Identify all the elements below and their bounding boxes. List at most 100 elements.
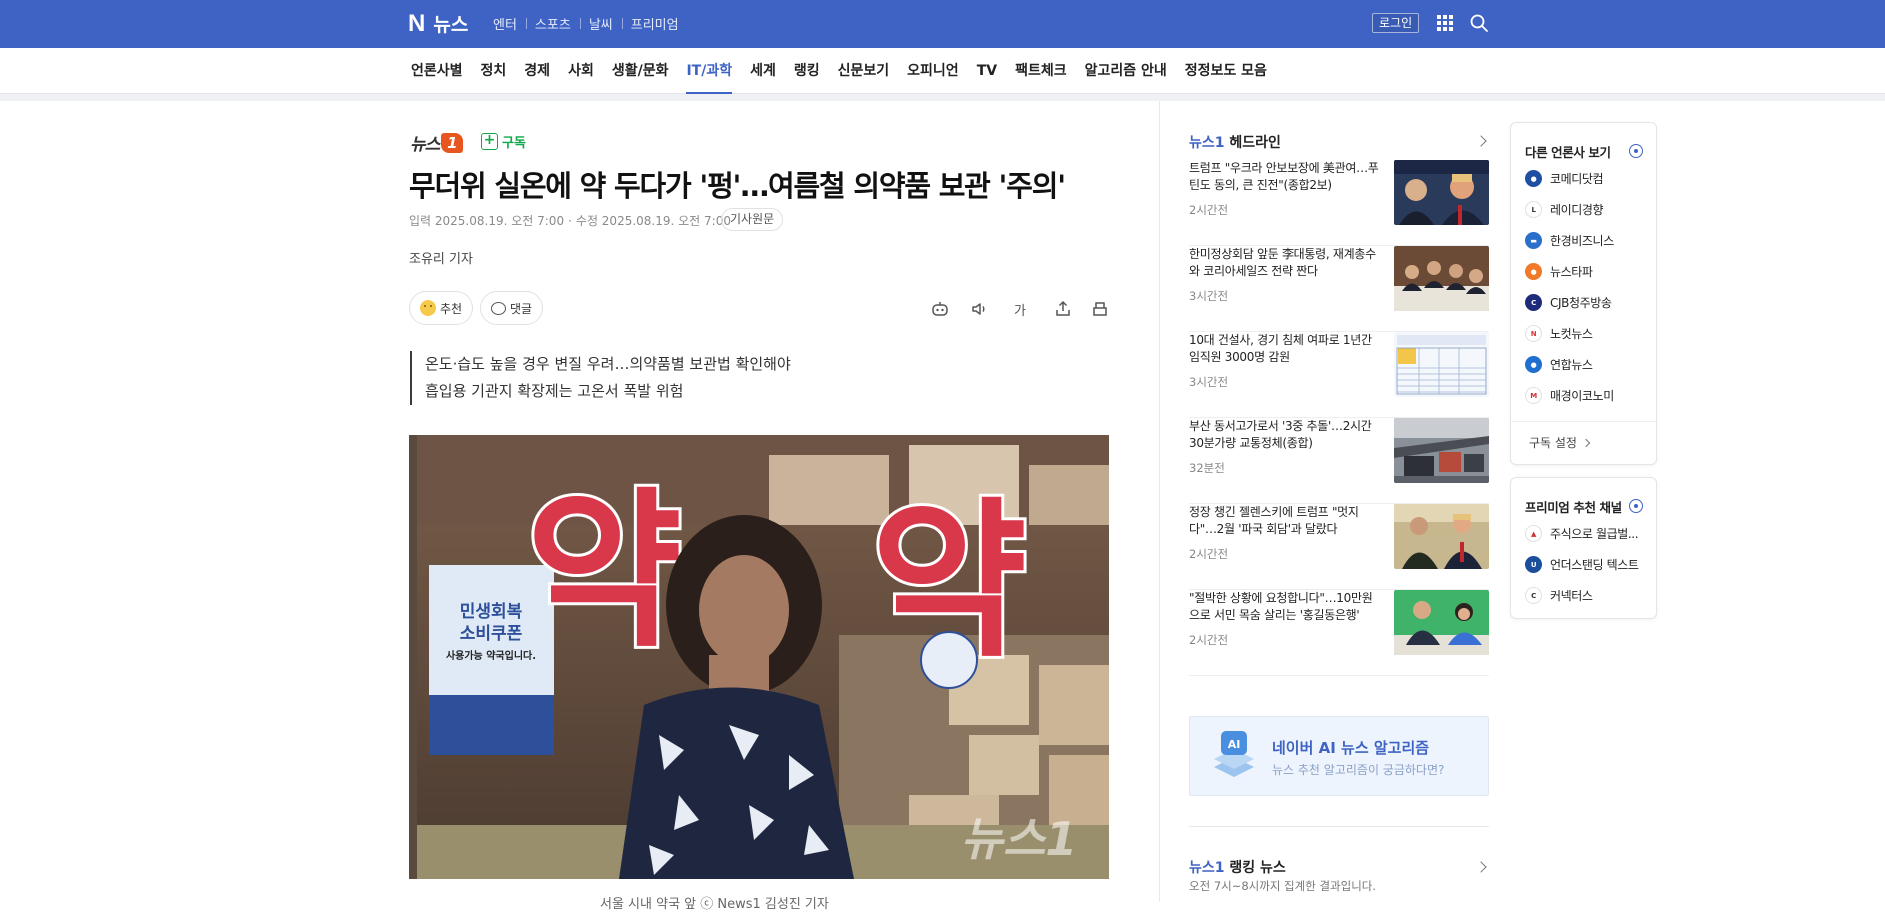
press-item[interactable]: N 노컷뉴스: [1525, 325, 1593, 342]
press-logo-icon: L: [1525, 201, 1542, 218]
service-link-premium[interactable]: 프리미엄: [621, 14, 688, 33]
press-item[interactable]: C CJB청주방송: [1525, 294, 1612, 311]
ranking-subtitle: 오전 7시~8시까지 집계한 결과입니다.: [1189, 879, 1377, 893]
press-logo-news1[interactable]: 뉴스 1: [410, 130, 464, 155]
search-icon[interactable]: [1469, 13, 1489, 33]
naver-news-home-link[interactable]: N 뉴스: [408, 10, 468, 37]
column-divider: [1159, 101, 1160, 902]
headline-thumbnail: [1394, 246, 1489, 311]
headline-item[interactable]: "절박한 상황에 요청합니다"…10만원으로 서민 목숨 살리는 '홍길동은행'…: [1189, 590, 1489, 676]
byline[interactable]: 조유리 기자: [409, 248, 473, 267]
headline-item-time: 3시간전: [1189, 289, 1229, 303]
article-dates: 입력 2025.08.19. 오전 7:00 · 수정 2025.08.19. …: [409, 213, 731, 229]
poster-title-2: 소비쿠폰: [460, 624, 523, 644]
press-item[interactable]: ● 연합뉴스: [1525, 356, 1593, 373]
ai-algorithm-banner[interactable]: AI 네이버 AI 뉴스 알고리즘 뉴스 추천 알고리즘이 궁금하다면?: [1189, 716, 1489, 796]
service-link-entertainment[interactable]: 엔터: [493, 14, 526, 33]
summary-bot-icon[interactable]: [929, 298, 951, 320]
press-item[interactable]: M 매경이코노미: [1525, 387, 1614, 404]
sign-character-left: 약: [526, 473, 682, 671]
category-tab-algorithm[interactable]: 알고리즘 안내: [1085, 48, 1167, 94]
category-tab-factcheck[interactable]: 팩트체크: [1015, 48, 1067, 94]
service-link-weather[interactable]: 날씨: [579, 14, 622, 33]
headline-thumbnail: [1394, 590, 1489, 655]
category-tab-economy[interactable]: 경제: [524, 48, 550, 94]
comment-bubble-icon: [491, 301, 506, 315]
article-photo[interactable]: 민생회복 소비쿠폰 사용가능 약국입니다. 약 약 뉴스1: [409, 435, 1109, 879]
category-nav: 언론사별 정치 경제 사회 생활/문화 IT/과학 세계 랭킹 신문보기 오피니…: [0, 48, 1885, 94]
premium-channel-item[interactable]: U 언더스탠딩 텍스트: [1525, 556, 1639, 573]
headline-item[interactable]: 한미정상회담 앞둔 李대통령, 재계총수와 코리아세일즈 전략 짠다 3시간전: [1189, 246, 1489, 332]
app-grid-icon[interactable]: [1437, 15, 1453, 31]
poster-subtitle: 사용가능 약국입니다.: [446, 649, 536, 662]
refresh-icon[interactable]: [1629, 144, 1643, 158]
category-tab-ranking[interactable]: 랭킹: [794, 48, 820, 94]
comment-button[interactable]: 댓글: [480, 291, 544, 325]
headline-thumbnail: [1394, 160, 1489, 225]
premium-channel-item[interactable]: C 커넥터스: [1525, 587, 1593, 604]
headline-item-title: 10대 건설사, 경기 침체 여파로 1년간 임직원 3000명 감원: [1189, 333, 1372, 364]
headline-item[interactable]: 10대 건설사, 경기 침체 여파로 1년간 임직원 3000명 감원 3시간전: [1189, 332, 1489, 418]
press-item[interactable]: ▬ 한경비즈니스: [1525, 232, 1614, 249]
category-tab-newspaper[interactable]: 신문보기: [838, 48, 890, 94]
print-icon[interactable]: [1089, 298, 1111, 320]
press-item[interactable]: ● 뉴스타파: [1525, 263, 1593, 280]
press-item[interactable]: L 레이디경향: [1525, 201, 1604, 218]
edit-date: 수정 2025.08.19. 오전 7:00: [575, 214, 731, 228]
headline-thumbnail: [1394, 418, 1489, 483]
original-article-button[interactable]: 기사원문: [721, 208, 784, 231]
photo-caption: 서울 시내 약국 앞 ⓒ News1 김성진 기자: [600, 897, 829, 912]
other-press-card: 다른 언론사 보기 ● 코메디닷컴 L 레이디경향 ▬ 한경비즈니스 ● 뉴스타…: [1510, 122, 1657, 465]
headline-item-time: 3시간전: [1189, 375, 1229, 389]
press-item-name: 한경비즈니스: [1550, 234, 1614, 248]
press-item[interactable]: ● 코메디닷컴: [1525, 170, 1604, 187]
other-press-title: 다른 언론사 보기: [1525, 145, 1611, 160]
headline-section-title[interactable]: 뉴스1 헤드라인: [1189, 132, 1281, 152]
pharmacy-photo-illustration: 민생회복 소비쿠폰 사용가능 약국입니다. 약 약 뉴스1: [409, 435, 1109, 879]
premium-channel-item[interactable]: ▲ 주식으로 월급벌...: [1525, 525, 1639, 542]
chevron-right-icon: [1581, 438, 1591, 448]
share-icon[interactable]: [1052, 298, 1074, 320]
category-tab-society[interactable]: 사회: [568, 48, 594, 94]
category-tab-corrections[interactable]: 정정보도 모음: [1185, 48, 1267, 94]
category-tab-politics[interactable]: 정치: [481, 48, 507, 94]
chevron-right-icon[interactable]: [1475, 861, 1487, 873]
headline-item[interactable]: 정장 챙긴 젤렌스키에 트럼프 "멋지다"…2월 '파국 회담'과 달랐다 2시…: [1189, 504, 1489, 590]
press-item-name: 노컷뉴스: [1550, 327, 1593, 341]
recommend-button[interactable]: 추천: [409, 291, 474, 325]
press-logo-icon: N: [1525, 325, 1542, 342]
ai-cube-icon: AI: [1214, 731, 1254, 777]
headline-item-title: 한미정상회담 앞둔 李대통령, 재계총수와 코리아세일즈 전략 짠다: [1189, 247, 1376, 278]
headline-item[interactable]: 부산 동서고가로서 '3중 추돌'…2시간 30분가량 교통정체(종합) 32분…: [1189, 418, 1489, 504]
service-link-sports[interactable]: 스포츠: [525, 14, 580, 33]
login-button[interactable]: 로그인: [1372, 13, 1420, 33]
category-tab-it-science[interactable]: IT/과학: [686, 48, 732, 94]
channel-name: 주식으로 월급벌...: [1550, 527, 1639, 541]
press-item-name: CJB청주방송: [1550, 296, 1612, 310]
channel-logo-icon: ▲: [1525, 525, 1542, 542]
press-logo-icon: ●: [1525, 170, 1542, 187]
category-tab-tv[interactable]: TV: [977, 48, 997, 94]
refresh-icon[interactable]: [1629, 499, 1643, 513]
ranking-section-title[interactable]: 뉴스1 랭킹 뉴스: [1189, 857, 1286, 877]
font-size-icon[interactable]: 가: [1009, 298, 1031, 320]
plus-icon: +: [481, 133, 498, 150]
press-logo-icon: M: [1525, 387, 1542, 404]
category-tab-opinion[interactable]: 오피니언: [907, 48, 959, 94]
category-tab-world[interactable]: 세계: [750, 48, 776, 94]
press-logo-icon: ●: [1525, 356, 1542, 373]
subscription-settings-link[interactable]: 구독 설정: [1511, 421, 1656, 465]
headline-item[interactable]: 트럼프 "우크라 안보보장에 美관여…푸틴도 동의, 큰 진전"(종합2보) 2…: [1189, 160, 1489, 246]
channel-name: 커넥터스: [1550, 589, 1593, 603]
headline-item-time: 2시간전: [1189, 203, 1229, 217]
chevron-right-icon[interactable]: [1475, 135, 1487, 147]
press-logo-mark: 1: [441, 132, 464, 153]
category-tab-press[interactable]: 언론사별: [411, 48, 463, 94]
category-tab-life-culture[interactable]: 생활/문화: [612, 48, 669, 94]
press-logo-text: 뉴스: [410, 135, 440, 155]
ranking-title: 랭킹 뉴스: [1229, 860, 1286, 876]
subscribe-button[interactable]: + 구독: [481, 132, 526, 151]
article-summary: 온도·습도 높을 경우 변질 우려…의약품별 보관법 확인해야 흡입용 기관지 …: [410, 351, 791, 405]
speaker-icon[interactable]: [969, 298, 991, 320]
poster-title-1: 민생회복: [460, 602, 523, 622]
